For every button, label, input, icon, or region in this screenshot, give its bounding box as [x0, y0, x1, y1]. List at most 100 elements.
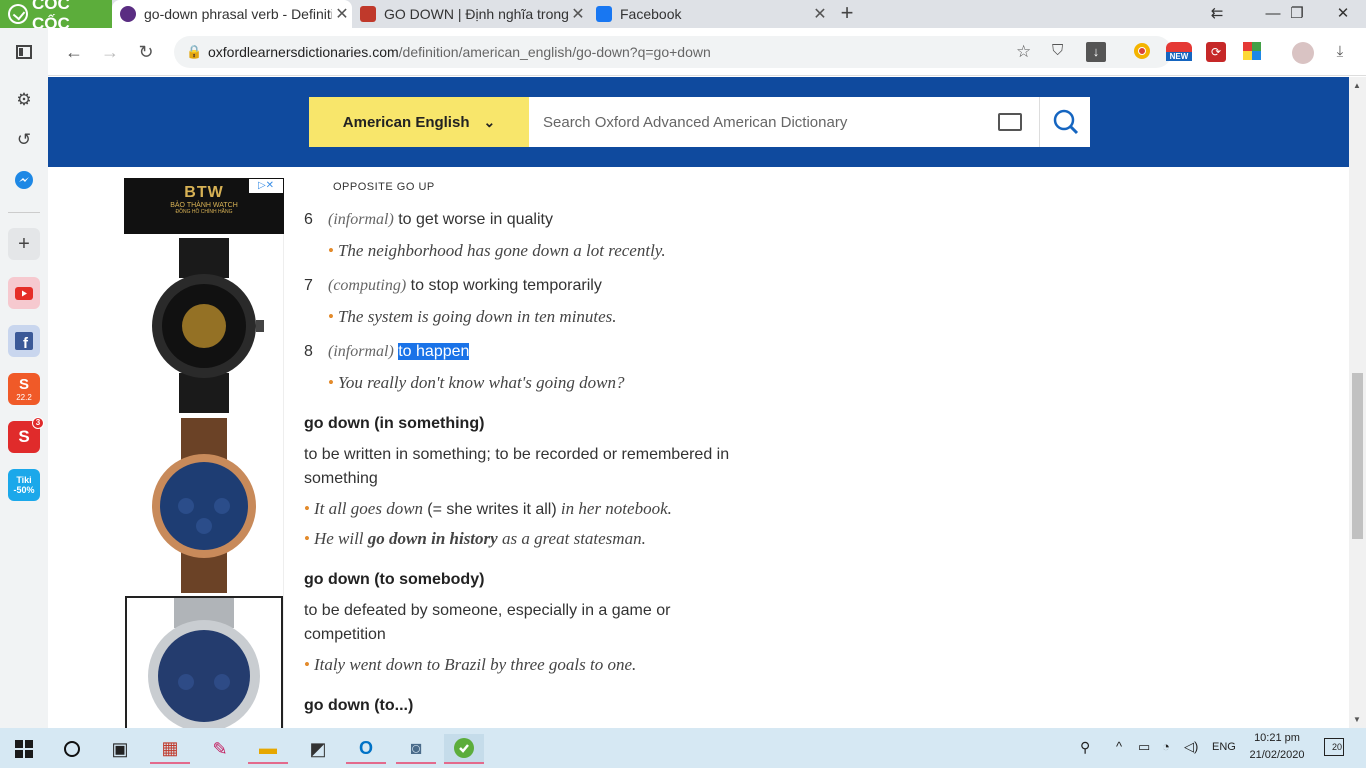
sendo-icon[interactable]: S 3 — [8, 417, 44, 453]
example-text: in her notebook. — [560, 499, 672, 518]
opposite-label: OPPOSITE GO UP — [333, 181, 435, 193]
people-icon[interactable]: ⚲ — [1080, 739, 1090, 756]
sense-7-example: • The system is going down in ten minutes… — [328, 307, 617, 326]
sticky-app-icon[interactable]: ◩ — [298, 734, 338, 764]
windows-start-icon[interactable] — [4, 734, 44, 764]
phrase-go-down-to-somebody: go down (to somebody) — [304, 571, 485, 588]
phrase-example: • He will go down in history as a great s… — [304, 529, 646, 548]
oxford-favicon-icon — [120, 6, 136, 22]
search-icon — [1053, 109, 1079, 135]
messenger-icon[interactable] — [8, 164, 40, 196]
settings-icon[interactable]: ⚙ — [8, 84, 40, 116]
sense-number: 6 — [304, 211, 313, 228]
sense-7: 7 (computing) to stop working temporarily — [304, 277, 602, 294]
example-text: as a great statesman. — [501, 529, 646, 548]
phrase-go-down-to: go down (to...) — [304, 697, 414, 714]
battery-icon[interactable]: ▭ — [1138, 739, 1150, 755]
chrome-extension-icon[interactable] — [1132, 42, 1152, 62]
volume-icon[interactable]: ◁) — [1184, 739, 1198, 755]
grammar-label: computing — [333, 277, 401, 294]
close-window-button[interactable]: ✕ — [1320, 0, 1366, 28]
clock-date[interactable]: 21/02/2020 — [1248, 749, 1306, 761]
history-icon[interactable]: ↺ — [8, 124, 40, 156]
grammar-label: informal — [333, 343, 389, 360]
sidebar: ⚙ ↺ + f S 22.2 S 3 Tiki -50% — [0, 28, 48, 728]
sense-number: 7 — [304, 277, 313, 294]
cambridge-favicon-icon — [360, 6, 376, 22]
sense-number: 8 — [304, 343, 313, 360]
restore-button[interactable]: ❐ — [1274, 0, 1320, 28]
red-extension-icon[interactable]: ⟳ — [1206, 42, 1226, 62]
sense-6: 6 (informal) to get worse in quality — [304, 211, 553, 228]
rose-gold-watch-image[interactable] — [124, 418, 284, 593]
grammar-label: informal — [333, 211, 389, 228]
input-language[interactable]: ENG — [1212, 741, 1236, 753]
download-page-icon[interactable]: ↓ — [1086, 42, 1106, 62]
address-bar[interactable]: 🔒 oxfordlearnersdictionaries.com/definit… — [174, 36, 1172, 68]
tab-go-down-oxford[interactable]: go-down phrasal verb - Definition ✕ — [112, 0, 352, 28]
example-text: Italy went down to Brazil by three goals… — [313, 655, 637, 674]
scrollbar-thumb[interactable] — [1352, 373, 1363, 539]
sense-6-example: • The neighborhood has gone down a lot re… — [328, 241, 666, 260]
close-tab-icon[interactable]: ✕ — [568, 4, 588, 24]
close-tab-icon[interactable]: ✕ — [810, 4, 830, 24]
phrase-example: • Italy went down to Brazil by three goal… — [304, 655, 637, 674]
tab-strip: CỐC CỐC go-down phrasal verb - Definitio… — [0, 0, 1366, 33]
notification-center-icon[interactable]: 20 — [1324, 738, 1344, 756]
new-tab-button[interactable]: + — [836, 2, 858, 26]
tab-title: go-down phrasal verb - Definition — [144, 6, 332, 22]
tab-facebook[interactable]: Facebook ✕ — [588, 0, 830, 28]
task-view-icon[interactable]: ▣ — [100, 734, 140, 764]
youtube-icon[interactable] — [8, 277, 40, 309]
ad-brand: BẢO THÀNH WATCH — [170, 202, 238, 209]
ad-tagline: ĐỒNG HỒ CHÍNH HÃNG — [175, 209, 233, 215]
tab-search-icon[interactable]: ⇇ — [1194, 0, 1240, 28]
outlook-icon[interactable]: O — [346, 734, 386, 764]
search-circle-icon[interactable] — [52, 734, 92, 764]
selected-definition[interactable]: to happen — [398, 343, 470, 360]
clock-time[interactable]: 10:21 pm — [1248, 732, 1306, 744]
phrase-definition: to be written in something; to be record… — [304, 446, 730, 487]
forward-button[interactable]: → — [98, 40, 122, 64]
page-scrollbar[interactable]: ▲ ▼ — [1349, 77, 1366, 728]
downloads-icon[interactable]: ⤓ — [1330, 42, 1350, 62]
phrase-go-down-in-something: go down (in something) — [304, 415, 485, 432]
coccoc-menu-button[interactable]: CỐC CỐC — [0, 0, 112, 33]
example-text: He will — [313, 529, 364, 548]
add-icon[interactable]: + — [8, 228, 40, 260]
silver-watch-image[interactable] — [124, 598, 284, 728]
url-text[interactable]: oxfordlearnersdictionaries.com/definitio… — [208, 44, 711, 60]
tab-cambridge[interactable]: GO DOWN | Định nghĩa trong ✕ — [352, 0, 588, 28]
app-store-icon[interactable]: ◙ — [396, 734, 436, 764]
shield-icon[interactable]: ⛉ — [1052, 42, 1063, 59]
scroll-down-icon[interactable]: ▼ — [1353, 715, 1361, 724]
facebook-icon[interactable]: f — [8, 325, 40, 357]
windows-taskbar: ▣ ▦ ✎ ▬ ◩ O ◙ ⚲ ^ ▭ ◔ ◁) ENG 10:21 pm 21… — [0, 728, 1366, 768]
back-button[interactable]: ← — [62, 40, 86, 64]
shopee-icon[interactable]: S 22.2 — [8, 373, 40, 405]
sidebar-toggle-icon[interactable] — [8, 36, 40, 68]
tiki-icon[interactable]: Tiki -50% — [8, 469, 40, 501]
sendo-badge: 3 — [32, 417, 44, 429]
wifi-icon[interactable]: ◔ — [1162, 739, 1170, 754]
page-viewport: American English ⌄ BTW BẢO THÀNH WATCH Đ… — [48, 77, 1349, 728]
paint-app-icon[interactable]: ✎ — [200, 734, 240, 764]
entry-content: OPPOSITE GO UP 6 (informal) to get worse … — [304, 77, 764, 728]
file-explorer-icon[interactable]: ▬ — [248, 734, 288, 764]
reload-button[interactable]: ↻ — [134, 40, 158, 64]
new-extension-icon[interactable]: NEW — [1166, 42, 1192, 62]
bookmark-star-icon[interactable]: ☆ — [1016, 42, 1031, 62]
keyboard-icon[interactable] — [998, 113, 1022, 131]
palette-extension-icon[interactable] — [1242, 42, 1262, 62]
close-tab-icon[interactable]: ✕ — [332, 4, 352, 24]
coccoc-taskbar-icon[interactable] — [444, 734, 484, 764]
watch-advertisement[interactable]: BTW BẢO THÀNH WATCH ĐỒNG HỒ CHÍNH HÃNG ▷… — [124, 178, 284, 728]
office-app-icon[interactable]: ▦ — [150, 734, 190, 764]
profile-avatar[interactable] — [1292, 42, 1314, 64]
chevron-up-icon[interactable]: ^ — [1116, 739, 1122, 754]
search-button[interactable] — [1039, 97, 1090, 147]
black-watch-image[interactable] — [124, 238, 284, 413]
lock-icon[interactable]: 🔒 — [186, 44, 202, 60]
scroll-up-icon[interactable]: ▲ — [1353, 81, 1361, 90]
ad-choices-icon[interactable]: ▷✕ — [249, 179, 283, 193]
